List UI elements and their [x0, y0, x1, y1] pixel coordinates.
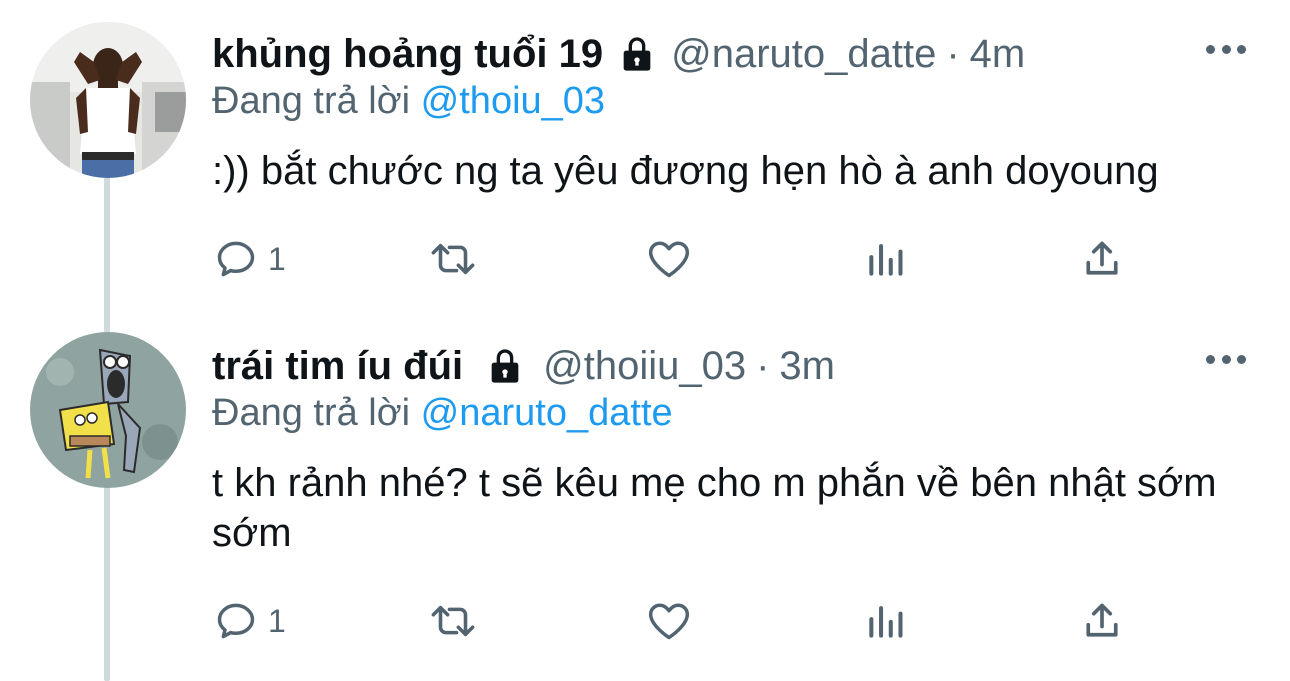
reply-icon [217, 241, 255, 277]
display-name[interactable]: khủng hoảng tuổi 19 [212, 28, 603, 80]
action-bar: 1 [0, 596, 1290, 646]
retweet-icon [431, 605, 475, 637]
action-bar: 1 [0, 234, 1290, 284]
views-icon [869, 606, 903, 638]
share-button[interactable] [1080, 234, 1124, 284]
share-icon [1086, 603, 1118, 637]
replying-to: Đang trả lời @naruto_datte [212, 392, 673, 435]
share-icon [1086, 241, 1118, 275]
like-icon [648, 603, 690, 640]
more-options-icon[interactable] [1206, 352, 1246, 366]
reply-count: 1 [268, 240, 286, 277]
views-icon [869, 244, 903, 276]
like-button[interactable] [645, 596, 693, 646]
lock-icon [485, 346, 525, 386]
reply-count: 1 [268, 602, 286, 639]
reply-mention-link[interactable]: @thoiu_03 [421, 80, 605, 122]
replying-to-label: Đang trả lời [212, 392, 411, 434]
separator: · [946, 32, 960, 76]
retweet-icon [431, 243, 475, 275]
reply-button[interactable]: 1 [214, 234, 286, 284]
timestamp[interactable]: 3m [779, 340, 835, 392]
retweet-button[interactable] [428, 234, 478, 284]
replying-to: Đang trả lời @thoiu_03 [212, 80, 605, 123]
like-button[interactable] [645, 234, 693, 284]
retweet-button[interactable] [428, 596, 478, 646]
tweet-text: :)) bắt chước ng ta yêu đương hẹn hò à a… [212, 149, 1159, 193]
avatar[interactable] [30, 22, 186, 178]
tweet-header: trái tim íu đúi @thoiiu_03 · 3m [212, 340, 835, 392]
separator: · [756, 344, 770, 388]
avatar[interactable] [30, 332, 186, 488]
reply-button[interactable]: 1 [214, 596, 286, 646]
reply-mention-link[interactable]: @naruto_datte [421, 392, 673, 434]
share-button[interactable] [1080, 596, 1124, 646]
lock-icon [617, 34, 657, 74]
replying-to-label: Đang trả lời [212, 80, 411, 122]
reply-icon [217, 603, 255, 639]
handle[interactable]: @naruto_datte [671, 28, 936, 80]
tweet-text: t kh rảnh nhé? t sẽ kêu mẹ cho m phắn về… [212, 461, 1217, 555]
tweet-1[interactable]: khủng hoảng tuổi 19 @naruto_datte · 4m Đ… [0, 0, 1290, 310]
more-options-icon[interactable] [1206, 42, 1246, 56]
display-name[interactable]: trái tim íu đúi [212, 340, 463, 392]
tweet-header: khủng hoảng tuổi 19 @naruto_datte · 4m [212, 28, 1025, 80]
handle[interactable]: @thoiiu_03 [543, 340, 746, 392]
views-button[interactable] [864, 596, 908, 646]
views-button[interactable] [864, 234, 908, 284]
tweet-2[interactable]: trái tim íu đúi @thoiiu_03 · 3m Đang trả… [0, 310, 1290, 681]
like-icon [648, 241, 690, 278]
timestamp[interactable]: 4m [970, 28, 1026, 80]
